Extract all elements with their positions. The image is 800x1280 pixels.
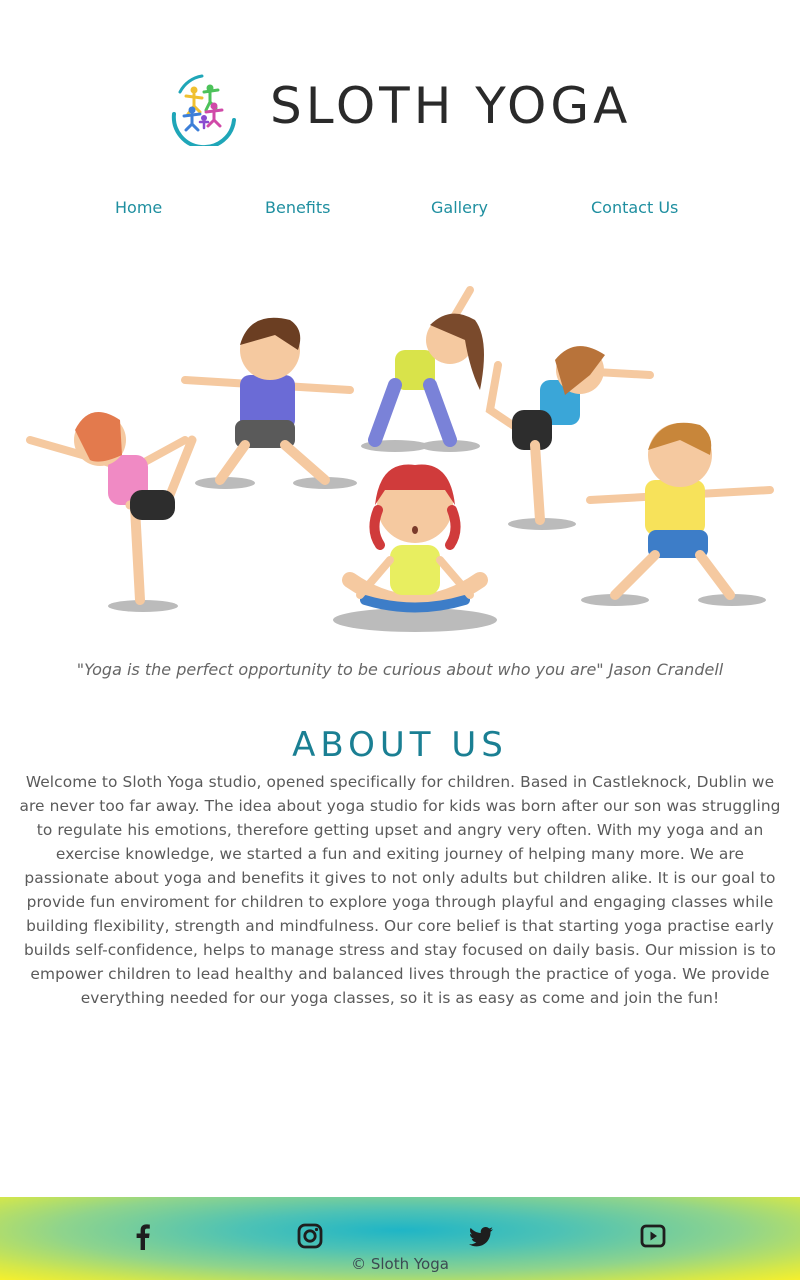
nav-benefits[interactable]: Benefits bbox=[265, 198, 331, 217]
twitter-icon[interactable] bbox=[466, 1221, 496, 1251]
nav-gallery[interactable]: Gallery bbox=[431, 198, 488, 217]
quote: "Yoga is the perfect opportunity to be c… bbox=[76, 660, 724, 679]
brand-name: SLOTH YOGA bbox=[270, 77, 632, 135]
facebook-icon[interactable] bbox=[128, 1221, 158, 1251]
nav-contact-us[interactable]: Contact Us bbox=[591, 198, 678, 217]
footer: © Sloth Yoga bbox=[0, 1197, 800, 1280]
kids-doing-yoga-illustration bbox=[26, 286, 774, 632]
children-yoga-logo-icon bbox=[171, 74, 236, 146]
youtube-icon[interactable] bbox=[638, 1221, 668, 1251]
instagram-icon[interactable] bbox=[295, 1221, 325, 1251]
nav-home[interactable]: Home bbox=[115, 198, 162, 217]
about-body: Welcome to Sloth Yoga studio, opened spe… bbox=[19, 773, 781, 1007]
copyright-text: © Sloth Yoga bbox=[351, 1255, 449, 1273]
main-nav: Home Benefits Gallery Contact Us bbox=[0, 198, 800, 224]
about-title: ABOUT US bbox=[292, 725, 508, 765]
